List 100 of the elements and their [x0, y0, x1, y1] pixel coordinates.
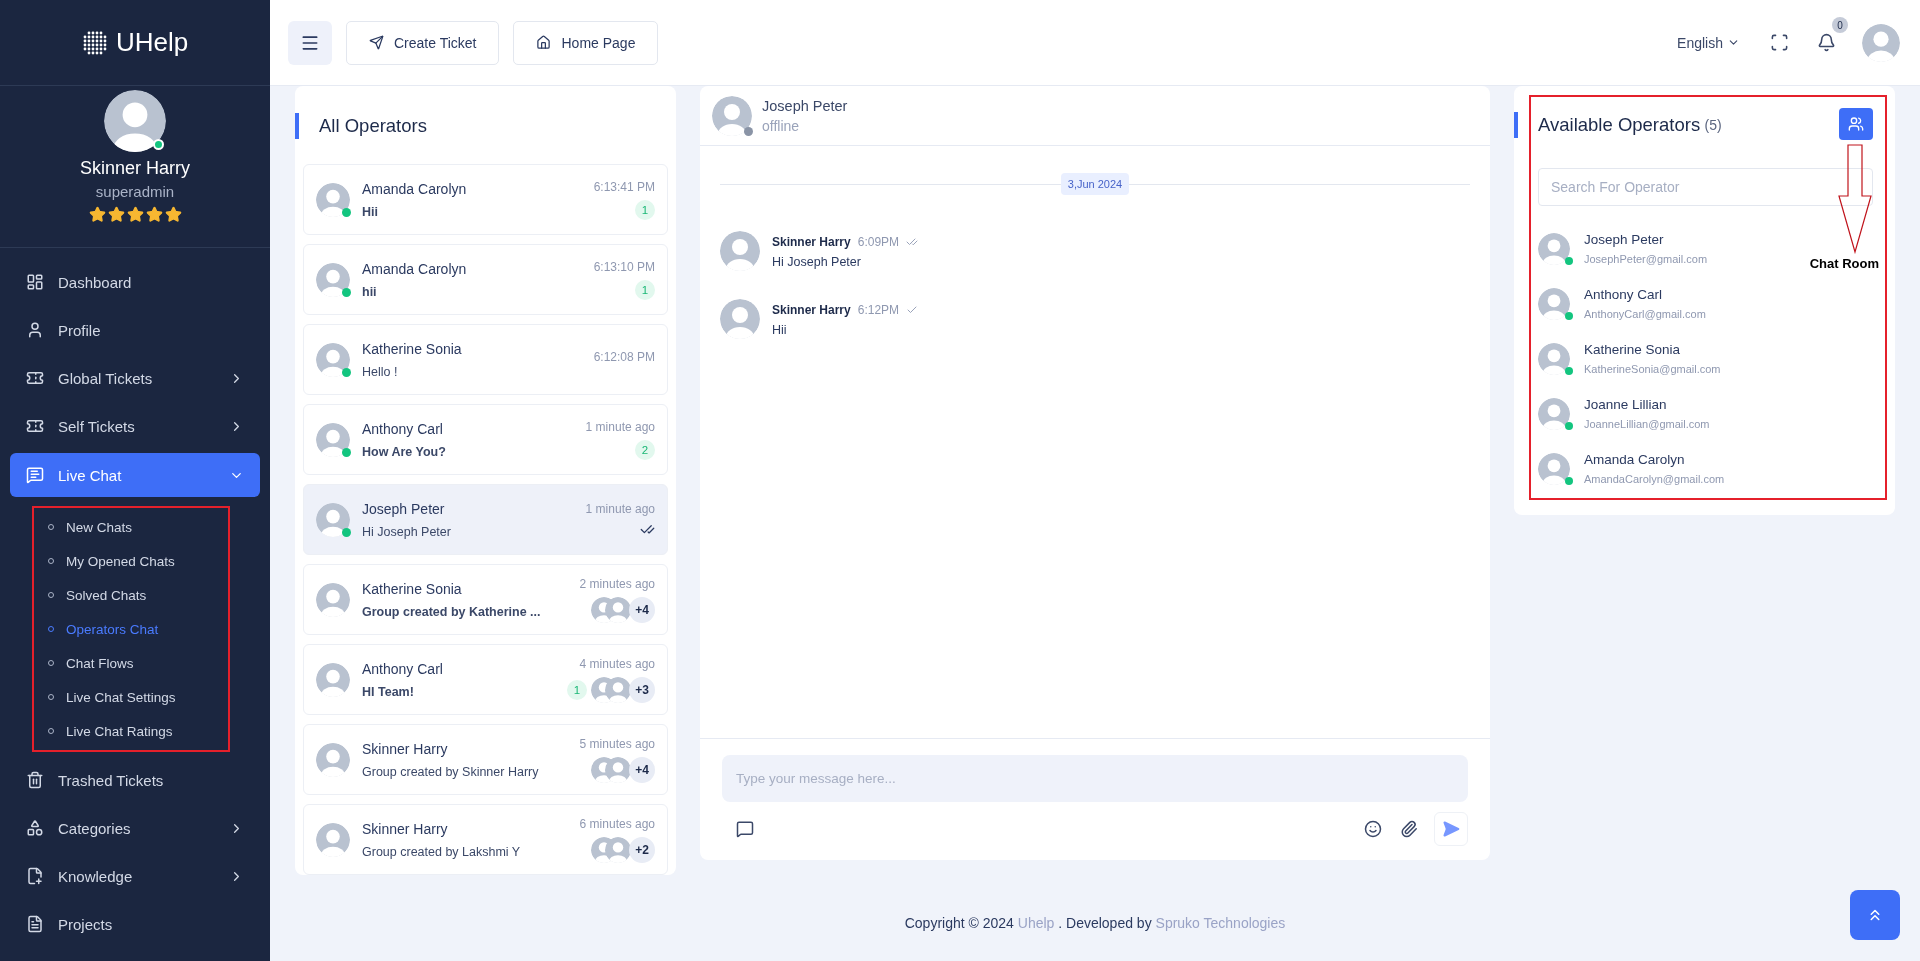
chat-icon [26, 466, 44, 484]
annotation-label: Chat Room [1809, 256, 1879, 271]
contact-name: Skinner Harry [362, 740, 449, 757]
nav-item[interactable]: Knowledge [10, 852, 260, 900]
header-button[interactable]: Create Ticket [346, 20, 500, 65]
chat-list-item[interactable]: Joseph Peter Hi Joseph Peter 1 minute ago [303, 484, 668, 555]
avatar-icon [1538, 452, 1570, 485]
avatar-icon [316, 262, 350, 297]
operator-item[interactable]: Anthony Carl AnthonyCarl@gmail.com [1538, 283, 1706, 324]
submenu-item[interactable]: My Opened Chats [34, 544, 228, 578]
contact-name: Amanda Carolyn [362, 260, 468, 277]
avatar-icon [316, 342, 350, 377]
chat-list-item[interactable]: Skinner Harry Group created by Lakshmi Y 6 minutes ago +2 [303, 804, 668, 875]
chat-list-item[interactable]: Anthony Carl HI Team! 4 minutes ago 1 +3 [303, 644, 668, 715]
fullscreen-icon [1770, 33, 1789, 52]
message-preview: hii [362, 284, 378, 299]
language-dropdown[interactable]: English [1671, 33, 1746, 52]
message-preview: Hi Joseph Peter [362, 524, 452, 539]
search-field[interactable]: Search For Operator [1538, 168, 1873, 206]
header-button[interactable]: Home Page [513, 20, 659, 65]
avatar-icon [1538, 342, 1570, 375]
chat-list-item[interactable]: Anthony Carl How Are You? 1 minute ago 2 [303, 404, 668, 475]
contact-name: Joseph Peter [762, 97, 848, 114]
scroll-to-top-button[interactable] [1850, 890, 1900, 940]
chat-list-item[interactable]: Katherine Sonia Group created by Katherine ... 2 minutes ago +4 [303, 564, 668, 635]
notification-count: 0 [1832, 17, 1848, 33]
submenu-item[interactable]: Chat Flows [34, 646, 228, 680]
avatar-icon [316, 662, 350, 697]
chat-list-item[interactable]: Katherine Sonia Hello ! 6:12:08 PM [303, 324, 668, 395]
contact-name: Katherine Sonia [362, 340, 463, 357]
nav-item[interactable]: Projects [10, 900, 260, 948]
sender-name: Skinner Harry [772, 303, 851, 317]
submenu-item[interactable]: Live Chat Settings [34, 680, 228, 714]
avatar-icon [316, 502, 350, 537]
message-time: 1 minute ago [585, 502, 655, 516]
menu-button[interactable] [288, 20, 332, 65]
send-button[interactable] [1434, 812, 1468, 846]
send-icon [1442, 820, 1460, 838]
operator-item[interactable]: Joanne Lillian JoanneLillian@gmail.com [1538, 393, 1710, 434]
bell-icon [1817, 33, 1836, 52]
paperclip-icon [1400, 820, 1418, 838]
member-count: +3 [629, 676, 655, 703]
contact-name: Joseph Peter [362, 500, 446, 517]
profile-avatar [104, 90, 166, 152]
chat-list-item[interactable]: Amanda Carolyn Hii 6:13:41 PM 1 [303, 164, 668, 235]
message-preview: Group created by Katherine ... [362, 604, 542, 619]
contact-name: Anthony Carl [362, 420, 444, 437]
nav-item[interactable]: Self Tickets [10, 402, 260, 450]
user-icon [26, 321, 44, 339]
nav-item[interactable]: Dashboard [10, 258, 260, 306]
logo-icon [81, 29, 108, 56]
message-time: 6:13:10 PM [593, 259, 655, 274]
member-count: +4 [629, 596, 655, 623]
message-time: 6:09PM [857, 235, 900, 249]
message-time: 6 minutes ago [579, 816, 655, 831]
message-time: 5 minutes ago [579, 736, 655, 751]
nav-item[interactable]: Global Tickets [10, 354, 260, 402]
operator-item[interactable]: Joseph Peter JosephPeter@gmail.com [1538, 228, 1708, 269]
brand-name: UHelp [115, 27, 189, 58]
operator-count: (5) [1704, 117, 1722, 133]
contact-name: Katherine Sonia [362, 580, 463, 597]
chat-list-item[interactable]: Amanda Carolyn hii 6:13:10 PM 1 [303, 244, 668, 315]
card-title: Available Operators [1538, 114, 1701, 136]
users-icon [1848, 116, 1864, 132]
avatar-icon [316, 742, 350, 777]
submenu-item[interactable]: Operators Chat [34, 612, 228, 646]
contact-name: Amanda Carolyn [362, 180, 468, 197]
submenu-item[interactable]: New Chats [34, 510, 228, 544]
message-preview: Hello ! [362, 364, 399, 379]
star-icon [107, 206, 125, 223]
submenu-item[interactable]: Solved Chats [34, 578, 228, 612]
title-accent-bar [295, 113, 299, 139]
nav-item[interactable]: Profile [10, 306, 260, 354]
contact-name: Skinner Harry [362, 820, 449, 837]
avatar-icon [1538, 287, 1570, 320]
operator-email: AnthonyCarl@gmail.com [1584, 308, 1706, 320]
emoji-button[interactable] [1362, 818, 1384, 840]
nav-item[interactable]: Trashed Tickets [10, 756, 260, 804]
card-title: All Operators [319, 115, 427, 137]
message-time: 2 minutes ago [579, 576, 655, 591]
nav-item[interactable]: Live Chat [10, 453, 260, 497]
operator-item[interactable]: Amanda Carolyn AmandaCarolyn@gmail.com [1538, 448, 1725, 489]
operator-name: Joanne Lillian [1584, 397, 1668, 412]
shapes-icon [26, 819, 44, 837]
star-icon [126, 206, 144, 223]
chat-list-item[interactable]: Skinner Harry Group created by Skinner Harry 5 minutes ago +4 [303, 724, 668, 795]
operator-name: Amanda Carolyn [1584, 452, 1686, 467]
avatar-icon [605, 676, 631, 703]
message-time: 4 minutes ago [579, 656, 655, 671]
operator-email: JoanneLillian@gmail.com [1584, 418, 1710, 430]
avatar-icon [316, 822, 350, 857]
avatar-icon [316, 422, 350, 457]
operator-item[interactable]: Katherine Sonia KatherineSonia@gmail.com [1538, 338, 1721, 379]
unread-count: 1 [635, 279, 655, 300]
submenu-item[interactable]: Live Chat Ratings [34, 714, 228, 748]
avatar-icon [316, 182, 350, 217]
team-button[interactable] [1839, 108, 1873, 140]
document-icon [26, 915, 44, 933]
message-input[interactable]: Type your message here... [722, 755, 1468, 802]
nav-item[interactable]: Categories [10, 804, 260, 852]
